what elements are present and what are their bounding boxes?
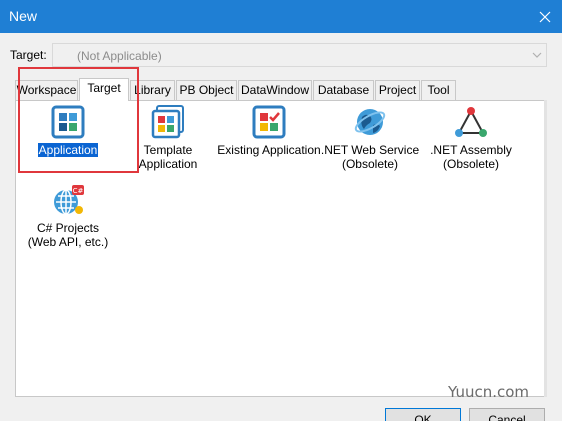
- item-application[interactable]: Application: [13, 105, 123, 157]
- globe-icon: [354, 109, 386, 135]
- close-button[interactable]: [528, 0, 562, 33]
- item-application-label: Application: [37, 143, 99, 157]
- target-items-panel: Application Template Application Existin…: [15, 100, 547, 397]
- item-csharp-projects-label: C# Projects (Web API, etc.): [27, 221, 109, 249]
- item-existing-application-label: Existing Application: [217, 143, 321, 157]
- title-bar: New: [0, 0, 562, 33]
- watermark: Yuucn.com: [448, 383, 530, 401]
- target-combobox-value: (Not Applicable): [77, 49, 162, 63]
- item-net-web-service[interactable]: .NET Web Service (Obsolete): [315, 105, 425, 171]
- tab-tool[interactable]: Tool: [421, 80, 456, 100]
- item-template-application[interactable]: Template Application: [113, 105, 223, 171]
- tab-library[interactable]: Library: [130, 80, 175, 100]
- svg-text:C#: C#: [73, 187, 84, 195]
- target-label: Target:: [10, 48, 47, 62]
- item-existing-application[interactable]: Existing Application: [214, 105, 324, 157]
- item-csharp-projects[interactable]: C# C# Projects (Web API, etc.): [13, 183, 123, 249]
- template-application-icon: [151, 105, 184, 139]
- item-net-assembly-label: .NET Assembly (Obsolete): [430, 143, 512, 171]
- assembly-triangle-icon: [455, 107, 487, 137]
- item-template-application-label: Template Application: [138, 143, 198, 171]
- panel-scroll-edge: [544, 100, 547, 397]
- item-net-web-service-label: .NET Web Service (Obsolete): [320, 143, 420, 171]
- ok-button[interactable]: OK: [385, 408, 461, 421]
- item-net-assembly[interactable]: .NET Assembly (Obsolete): [416, 105, 526, 171]
- tab-datawindow[interactable]: DataWindow: [238, 80, 312, 100]
- window-title: New: [9, 8, 38, 24]
- cancel-button[interactable]: Cancel: [469, 408, 545, 421]
- new-dialog: New Target: (Not Applicable) Workspace T…: [0, 0, 562, 421]
- tab-database[interactable]: Database: [313, 80, 374, 100]
- tab-workspace[interactable]: Workspace: [15, 80, 78, 100]
- tab-target[interactable]: Target: [79, 78, 129, 101]
- tab-project[interactable]: Project: [375, 80, 420, 100]
- target-combobox[interactable]: (Not Applicable): [52, 43, 547, 67]
- csharp-projects-icon: C#: [54, 185, 84, 215]
- existing-application-icon: [252, 105, 286, 139]
- tab-pb-object[interactable]: PB Object: [176, 80, 237, 100]
- close-icon: [539, 11, 551, 22]
- application-icon: [51, 105, 85, 139]
- chevron-down-icon: [532, 52, 542, 58]
